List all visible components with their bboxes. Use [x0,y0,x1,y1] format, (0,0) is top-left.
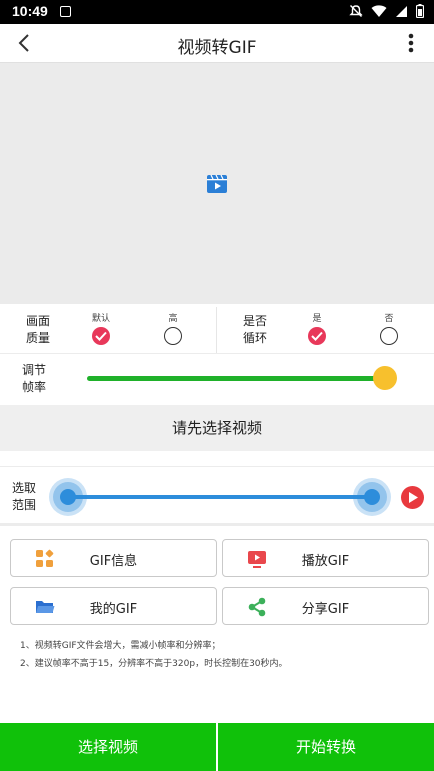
loop-label-line1: 是否 [243,314,268,328]
range-label-line2: 范围 [12,498,37,512]
loop-option-no-caption: 否 [384,314,394,324]
battery-icon [416,4,424,18]
frame-rate-slider-track[interactable] [87,376,385,381]
quality-label-line2: 质量 [26,331,51,345]
frame-rate-slider-handle[interactable] [373,366,397,390]
frame-rate-label-line2: 帧率 [22,380,47,394]
app-notification-icon [60,6,71,17]
more-vertical-icon[interactable] [408,33,414,53]
page-title: 视频转GIF [177,38,257,58]
frame-rate-label: 调节 帧率 [22,362,46,396]
gif-info-label: GIF信息 [89,554,138,569]
select-video-button[interactable]: 选择视频 [0,723,216,771]
note-2: 2、建议帧率不高于15，分辨率不高于320p，时长控制在30秒内。 [20,659,288,669]
start-convert-button[interactable]: 开始转换 [218,723,434,771]
quality-option-high-caption: 高 [168,314,178,324]
divider [216,307,217,353]
loop-option-yes-caption: 是 [312,314,322,324]
status-icons [349,4,424,18]
loop-label: 是否 循环 [243,313,267,347]
range-end-handle[interactable] [353,478,391,516]
quality-label-line1: 画面 [26,314,51,328]
play-icon [409,492,418,503]
loop-label-line2: 循环 [243,331,268,345]
video-clip-icon [207,175,227,193]
share-gif-button[interactable]: 分享GIF [222,587,429,625]
select-video-prompt: 请先选择视频 [0,405,434,451]
loop-no-radio[interactable] [380,327,398,345]
title-bar: 视频转GIF [0,24,434,62]
quality-default-radio[interactable] [92,327,110,345]
gif-info-button[interactable]: GIF信息 [10,539,217,577]
my-gif-button[interactable]: 我的GIF [10,587,217,625]
note-1: 1、视频转GIF文件会增大，需减小帧率和分辨率； [20,641,221,651]
frame-rate-label-line1: 调节 [22,363,47,377]
play-gif-label: 播放GIF [301,554,350,569]
quality-loop-row [0,305,434,354]
play-preview-button[interactable] [401,486,424,509]
quality-option-default-caption: 默认 [91,314,110,324]
mute-icon [349,5,363,17]
loop-yes-radio[interactable] [308,327,326,345]
my-gif-label: 我的GIF [89,602,138,617]
range-label: 选取 范围 [12,480,36,514]
range-label-line1: 选取 [12,481,37,495]
quality-label: 画面 质量 [26,313,50,347]
status-bar: 10:49 [0,0,434,24]
wifi-icon [371,4,387,17]
signal-icon [396,5,407,17]
range-start-handle[interactable] [49,478,87,516]
video-preview[interactable] [0,62,434,304]
share-gif-label: 分享GIF [301,602,350,617]
range-slider-track[interactable] [68,495,372,499]
check-icon [95,331,107,341]
status-time: 10:49 [12,3,48,19]
check-icon [311,331,323,341]
app-root: 10:49 视频转GIF 画面 质量 默认 高 是否 循环 是 否 调节 帧率 … [0,0,434,771]
quality-high-radio[interactable] [164,327,182,345]
play-gif-button[interactable]: 播放GIF [222,539,429,577]
